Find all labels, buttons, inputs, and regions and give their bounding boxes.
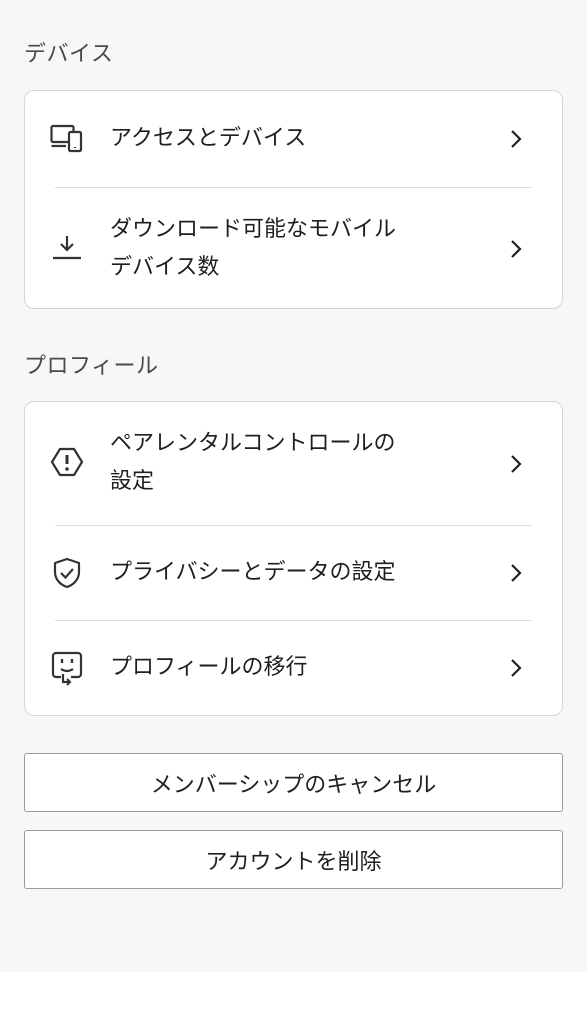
- chevron-right-icon: [506, 658, 526, 678]
- settings-page: デバイス アクセスとデバイス ダウンロード可能なモバイル デバイス数 プロフィー…: [0, 0, 587, 972]
- devices-section-title: デバイス: [24, 42, 114, 67]
- devices-card: アクセスとデバイス ダウンロード可能なモバイル デバイス数: [24, 90, 563, 309]
- access-and-devices-label: アクセスとデバイス: [110, 126, 307, 151]
- mobile-download-devices-item[interactable]: ダウンロード可能なモバイル デバイス数: [25, 188, 562, 309]
- chevron-right-icon: [506, 129, 526, 149]
- profile-section-title: プロフィール: [24, 354, 159, 379]
- parental-controls-label: ペアレンタルコントロールの 設定: [110, 431, 396, 494]
- profile-transfer-label: プロフィールの移行: [110, 655, 308, 680]
- privacy-data-settings-item[interactable]: プライバシーとデータの設定: [25, 526, 562, 620]
- privacy-data-settings-label: プライバシーとデータの設定: [110, 560, 396, 585]
- profile-transfer-item[interactable]: プロフィールの移行: [25, 621, 562, 716]
- delete-account-button[interactable]: アカウントを削除: [24, 830, 563, 889]
- chevron-right-icon: [506, 454, 526, 474]
- devices-icon: [49, 121, 85, 157]
- chevron-right-icon: [506, 563, 526, 583]
- parental-controls-item[interactable]: ペアレンタルコントロールの 設定: [25, 402, 562, 525]
- profile-card: ペアレンタルコントロールの 設定 プライバシーとデータの設定 プロフィールの移行: [24, 401, 563, 716]
- parental-control-icon: [49, 444, 85, 480]
- cancel-membership-button[interactable]: メンバーシップのキャンセル: [24, 753, 563, 812]
- access-and-devices-item[interactable]: アクセスとデバイス: [25, 91, 562, 187]
- mobile-download-devices-label: ダウンロード可能なモバイル デバイス数: [110, 217, 397, 280]
- shield-check-icon: [49, 555, 85, 591]
- download-icon: [49, 230, 85, 266]
- profile-transfer-icon: [49, 650, 85, 686]
- chevron-right-icon: [506, 239, 526, 259]
